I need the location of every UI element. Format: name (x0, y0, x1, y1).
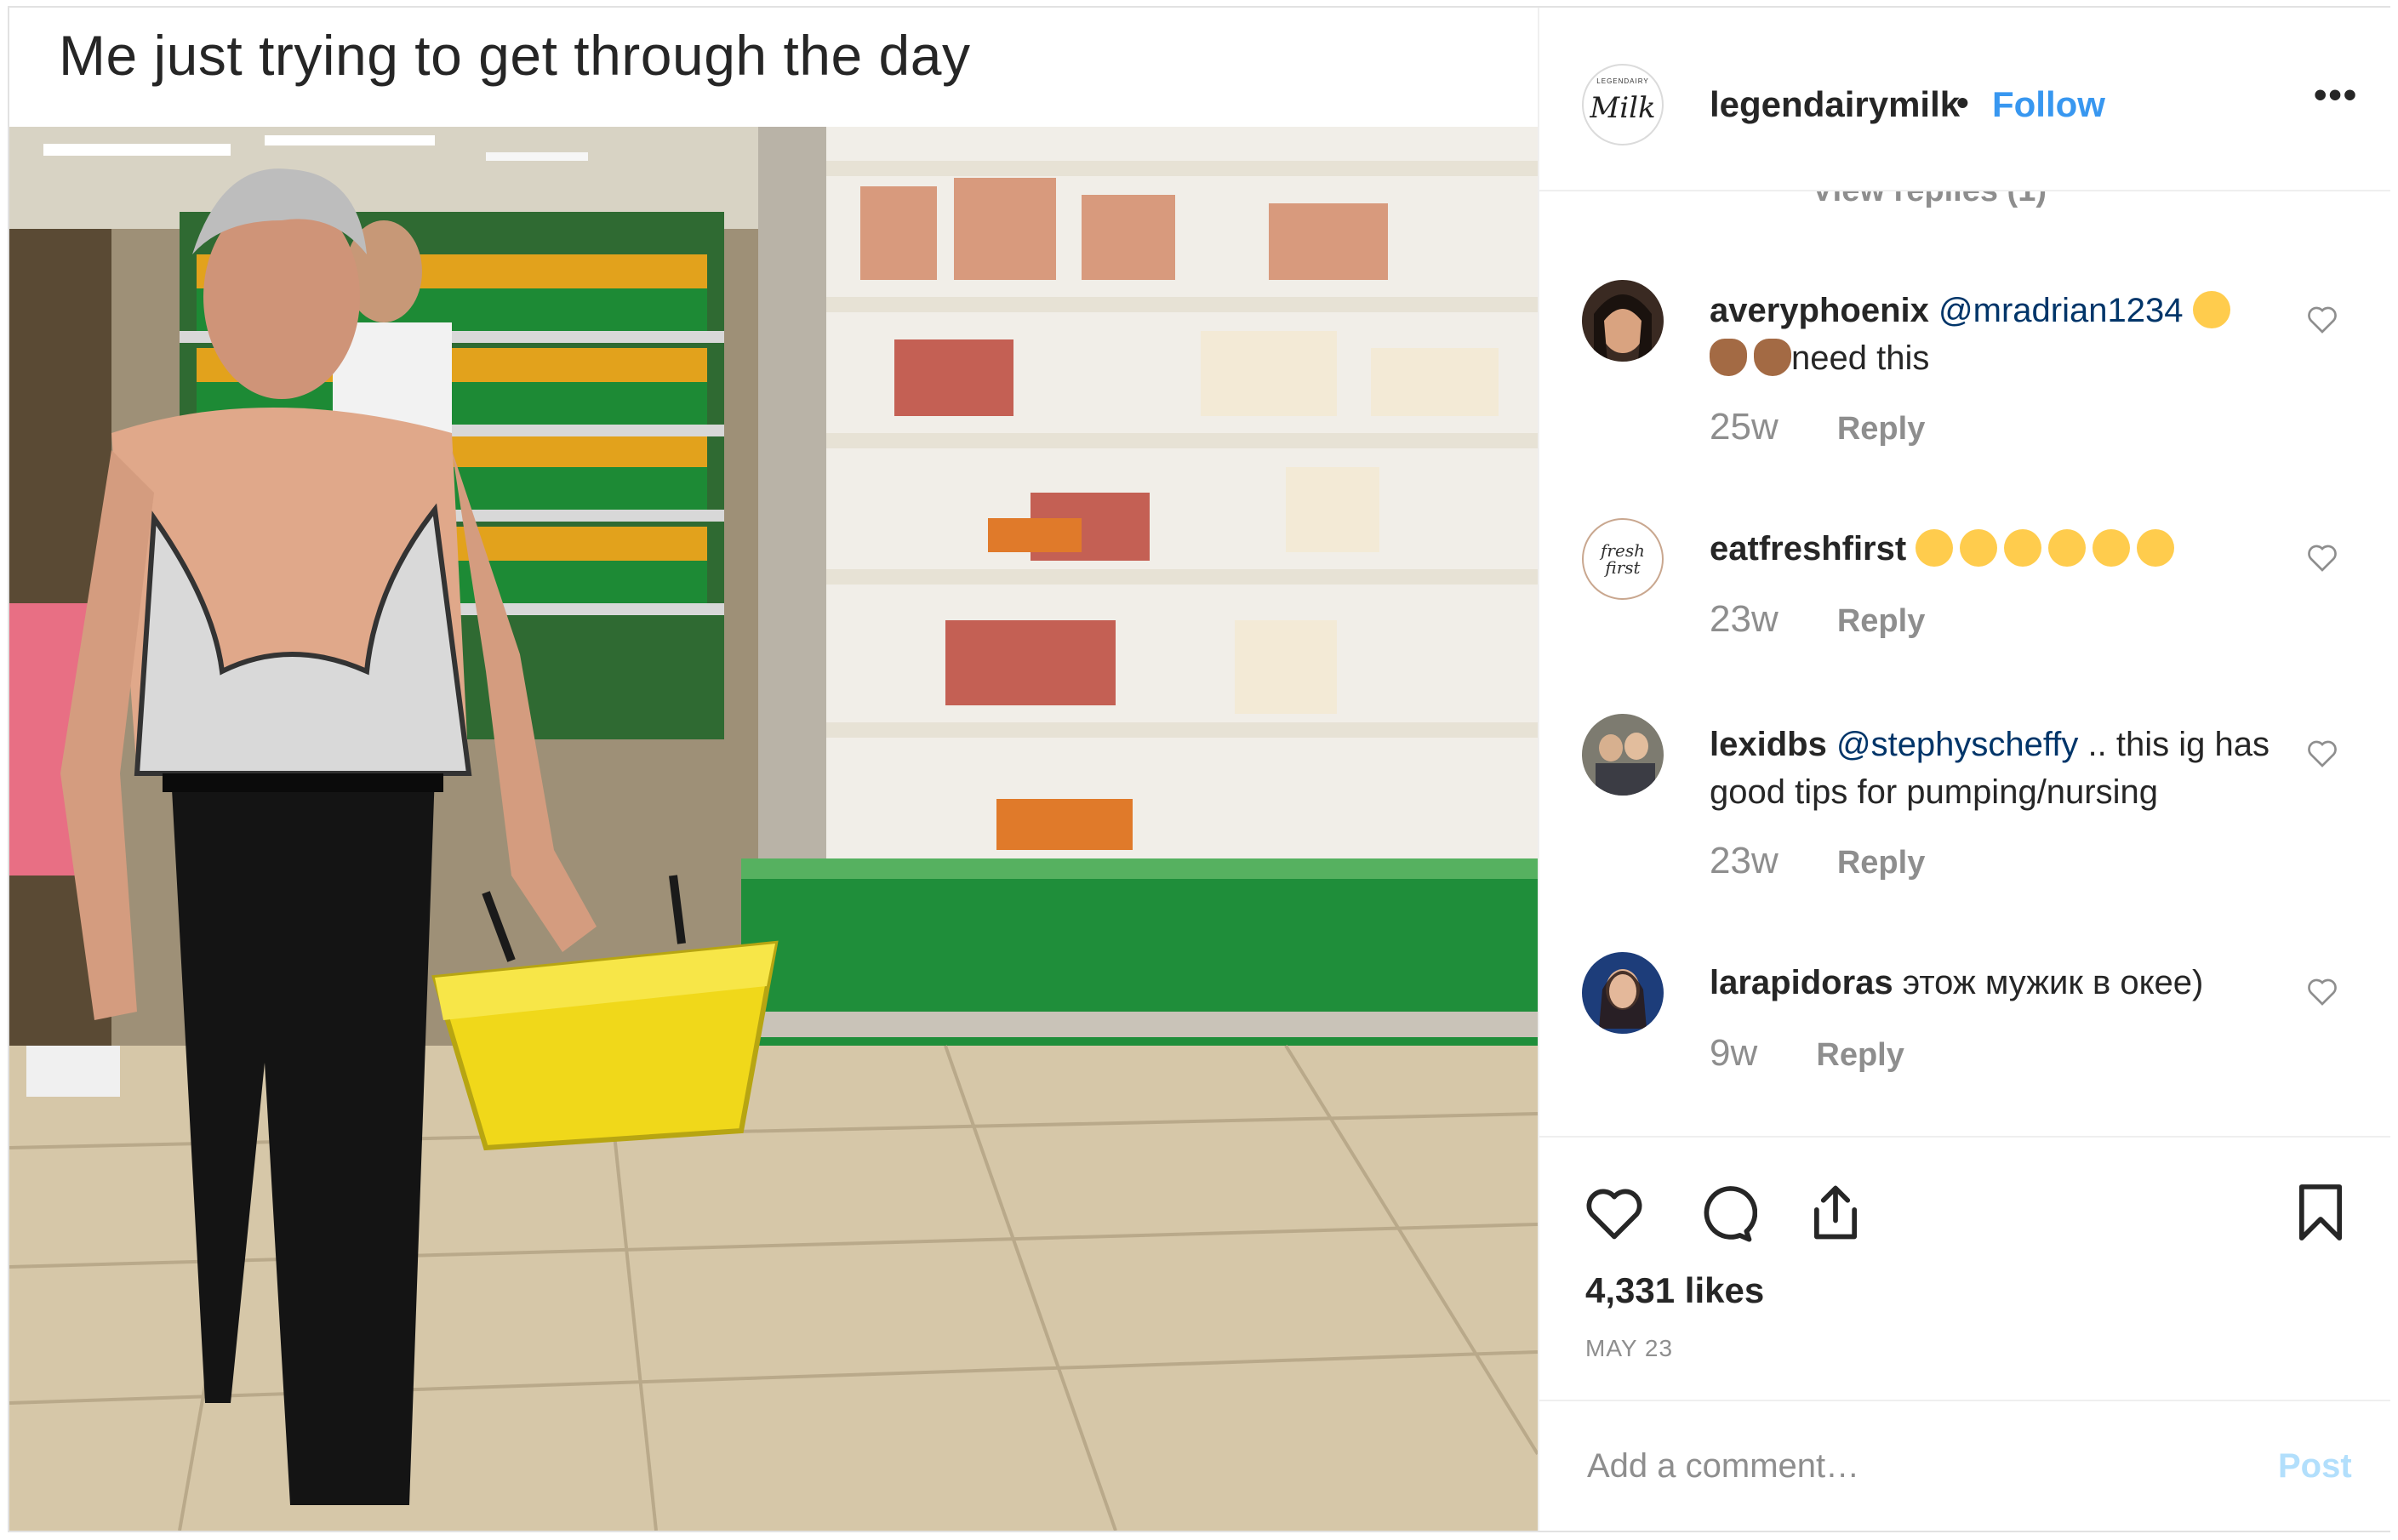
comment-body: need this (1791, 339, 1930, 377)
bookmark-icon[interactable] (2288, 1180, 2353, 1245)
laughing-tears-emoji (2048, 529, 2087, 567)
comment-time[interactable]: 23w (1710, 840, 1779, 881)
header-separator: • (1956, 83, 1969, 123)
post-media[interactable]: Me just trying to get through the day (9, 8, 1538, 1531)
comment-username[interactable]: larapidoras (1710, 964, 1893, 1001)
meme-caption: Me just trying to get through the day (59, 24, 971, 87)
comment-username[interactable]: eatfreshfirst (1710, 530, 1906, 568)
laughing-tears-emoji (1916, 529, 1954, 567)
reply-button[interactable]: Reply (1837, 411, 1925, 447)
heart-icon[interactable] (1582, 1180, 1647, 1245)
comment-username[interactable]: averyphoenix (1710, 292, 1929, 329)
comments-list[interactable]: View replies (1) averyphoenix @mradrian1… (1539, 191, 2390, 1136)
comment-meta: 23w Reply (1710, 840, 1925, 882)
reply-button[interactable]: Reply (1837, 845, 1925, 881)
post-modal: Me just trying to get through the day LE… (8, 6, 2390, 1532)
comment-text: averyphoenix @mradrian1234 need this (1710, 287, 2271, 382)
comment-input[interactable] (1585, 1435, 2235, 1497)
comment-meta: 9w Reply (1710, 1032, 1904, 1075)
reply-button[interactable]: Reply (1837, 603, 1925, 639)
like-comment-heart-icon[interactable] (2305, 736, 2339, 770)
like-comment-heart-icon[interactable] (2305, 974, 2339, 1008)
commenter-avatar[interactable] (1582, 952, 1664, 1034)
clapping-hands-emoji (1710, 339, 1747, 376)
comment-time[interactable]: 25w (1710, 406, 1779, 448)
avatar-logo-small: LEGENDAIRY (1596, 77, 1649, 85)
laughing-tears-emoji (2137, 529, 2175, 567)
add-comment-bar: Post (1539, 1400, 2390, 1531)
comment-text: larapidoras этож мужик в окее) (1710, 959, 2271, 1007)
comment-username[interactable]: lexidbs (1710, 726, 1827, 763)
share-icon[interactable] (1803, 1180, 1868, 1245)
comment-text: eatfreshfirst (1710, 525, 2271, 573)
likes-count[interactable]: 4,331 likes (1585, 1270, 1764, 1311)
comment-meta: 23w Reply (1710, 598, 1925, 641)
follow-button[interactable]: Follow (1992, 84, 2105, 125)
laughing-tears-emoji (2093, 529, 2131, 567)
comment-time[interactable]: 23w (1710, 598, 1779, 640)
comment-mention[interactable]: @mradrian1234 (1938, 292, 2183, 329)
avatar-logo-script: Milk (1590, 91, 1656, 125)
clapping-hands-emoji (1754, 339, 1791, 376)
commenter-avatar-logo: fresh first (1601, 540, 1645, 578)
post-comment-button[interactable]: Post (2278, 1447, 2352, 1486)
author-avatar[interactable]: LEGENDAIRY Milk (1582, 64, 1664, 145)
author-username[interactable]: legendairymilk (1710, 84, 1960, 125)
post-side-panel: LEGENDAIRY Milk legendairymilk • Follow … (1538, 8, 2390, 1531)
weary-face-emoji (2192, 291, 2230, 328)
commenter-avatar[interactable] (1582, 280, 1664, 362)
reply-button[interactable]: Reply (1816, 1037, 1904, 1073)
comment-meta: 25w Reply (1710, 406, 1925, 448)
post-header: LEGENDAIRY Milk legendairymilk • Follow … (1539, 8, 2390, 191)
post-photo[interactable] (9, 127, 1538, 1531)
comment-icon[interactable] (1693, 1180, 1757, 1245)
like-comment-heart-icon[interactable] (2305, 302, 2339, 336)
laughing-tears-emoji (2004, 529, 2042, 567)
post-actions: 4,331 likes MAY 23 (1539, 1136, 2390, 1400)
commenter-avatar[interactable]: fresh first (1582, 518, 1664, 600)
comment-body: этож мужик в окее) (1902, 964, 2204, 1001)
more-horizontal-icon[interactable]: ••• (2314, 74, 2358, 117)
comment-mention[interactable]: @stephyscheffy (1836, 726, 2078, 763)
post-date[interactable]: MAY 23 (1585, 1335, 1673, 1362)
commenter-avatar[interactable] (1582, 714, 1664, 796)
view-replies-link[interactable]: View replies (1) (1812, 191, 2047, 209)
like-comment-heart-icon[interactable] (2305, 540, 2339, 574)
comment-time[interactable]: 9w (1710, 1032, 1757, 1074)
comment-text: lexidbs @stephyscheffy .. this ig has go… (1710, 721, 2271, 816)
laughing-tears-emoji (1960, 529, 1998, 567)
